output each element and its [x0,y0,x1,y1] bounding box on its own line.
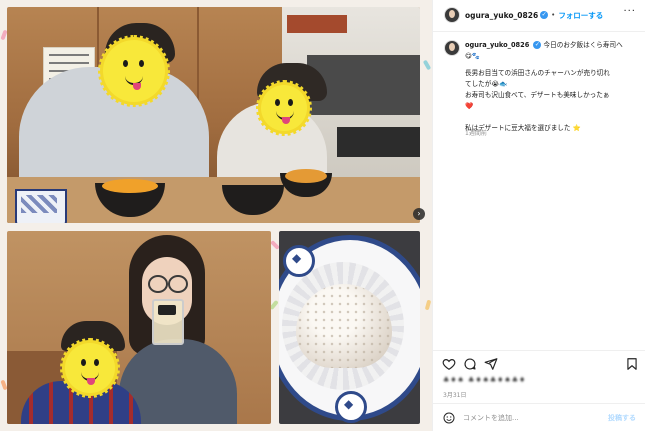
share-icon[interactable] [484,357,498,371]
post-sidebar: ogura_yuko_0826 ✓ • フォローする ··· ogura_yuk… [432,0,645,431]
photo-mother-and-child [7,231,271,424]
separator: • [551,11,556,19]
divider [433,31,645,32]
caption-line: 長男お目当ての浜田さんのチャーハンが売り切れ [465,69,610,77]
action-bar [433,350,645,375]
post-date[interactable]: 3月31日 [443,390,466,399]
bookmark-icon[interactable] [625,357,639,371]
face-censor-sticker [256,80,312,136]
glasses [148,275,168,293]
emoji-icon[interactable] [443,412,455,424]
caption-line: ❤️ [465,102,474,110]
caption-first-line: ogura_yuko_0826 ✓ 今日のお夕飯はくら寿司へ 😋🐾 [465,40,637,62]
table [7,177,420,223]
confetti [424,299,432,311]
likes-count[interactable]: ♣♦♠ ♣♦♠♣♦♠♣♦ [443,376,526,384]
follow-button[interactable]: フォローする [558,10,603,21]
face-censor-sticker [98,35,170,107]
caption-body: 長男お目当ての浜田さんのチャーハンが売り切れ てしたが😭🐟 お寿司も沢山食べて、… [465,68,637,134]
caption-line [465,112,637,123]
photo-kids-at-table [7,7,420,223]
heart-icon[interactable] [442,357,456,371]
chevron-right-icon[interactable]: › [413,208,425,220]
plate-logo [335,391,367,423]
post-comment-button[interactable]: 投稿する [608,413,636,423]
caption-line: お寿司も沢山食べて、デザートも美味しかったぁ [465,91,610,99]
tea-cup [15,189,67,223]
face-censor-sticker [60,338,120,398]
plate-logo [283,245,315,277]
username-link[interactable]: ogura_yuko_0826 [465,11,538,20]
verified-badge-icon: ✓ [533,41,542,49]
caption-line: 私はデザートに豆大福を選びました ⭐ [465,124,581,132]
post-header: ogura_yuko_0826 ✓ • フォローする ··· [433,0,645,30]
avatar[interactable] [444,7,460,23]
drink-mug [152,299,184,345]
menu-board [287,15,347,33]
comment-icon[interactable] [463,357,477,371]
avatar[interactable] [444,40,460,56]
caption-line: てしたが😭🐟 [465,80,508,88]
caption-username[interactable]: ogura_yuko_0826 [465,41,529,49]
post-media: › [0,0,432,431]
comment-input[interactable]: コメントを追加... [463,413,608,423]
photo-daifuku-dessert [279,231,420,424]
glasses [168,275,188,293]
comment-bar: コメントを追加... 投稿する [433,403,645,432]
caption-text: 今日のお夕飯はくら寿司へ [543,41,623,49]
verified-badge-icon: ✓ [540,11,549,19]
caption-emoji: 😋🐾 [465,52,481,60]
more-icon[interactable]: ··· [623,6,636,17]
timestamp[interactable]: 1週間前 [465,128,487,137]
counter [337,127,420,157]
confetti [422,59,432,71]
caption-block: ogura_yuko_0826 ✓ 今日のお夕飯はくら寿司へ 😋🐾 [444,40,639,62]
